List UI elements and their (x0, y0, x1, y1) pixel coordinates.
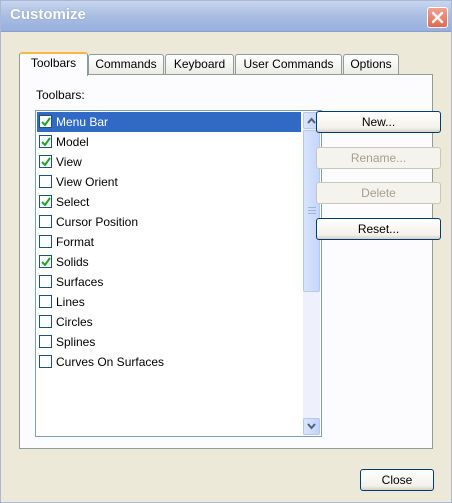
list-item-label: Format (56, 235, 95, 249)
window-title: Customize (10, 6, 86, 23)
thumb-grip (308, 213, 316, 214)
list-item-label: View Orient (56, 175, 118, 189)
list-item[interactable]: Solids (37, 252, 301, 272)
checkmark-icon (41, 157, 51, 167)
tab-user-commands[interactable]: User Commands (235, 54, 342, 74)
tab-commands[interactable]: Commands (88, 54, 164, 74)
list-item-label: Curves On Surfaces (56, 355, 165, 369)
list-item-label: Lines (56, 295, 85, 309)
list-item[interactable]: Format (37, 232, 301, 252)
delete-button[interactable]: Delete (316, 182, 441, 204)
list-item[interactable]: Menu Bar (37, 112, 301, 132)
checkbox[interactable] (39, 355, 52, 368)
list-item[interactable]: Curves On Surfaces (37, 352, 301, 372)
toolbars-label: Toolbars: (36, 88, 85, 102)
checkbox[interactable] (39, 235, 52, 248)
tab-options[interactable]: Options (343, 54, 399, 74)
tab-keyboard[interactable]: Keyboard (165, 54, 234, 74)
list-item-label: Solids (56, 255, 89, 269)
list-item[interactable]: Model (37, 132, 301, 152)
checkbox[interactable] (39, 195, 52, 208)
tab-toolbars[interactable]: Toolbars (19, 52, 88, 76)
chevron-down-icon (307, 423, 316, 430)
scroll-down-button[interactable] (303, 418, 320, 435)
list-item-label: Menu Bar (56, 115, 109, 129)
checkbox[interactable] (39, 155, 52, 168)
list-item[interactable]: Surfaces (37, 272, 301, 292)
chevron-up-icon (307, 117, 316, 124)
checkmark-icon (41, 117, 51, 127)
list-item[interactable]: Cursor Position (37, 212, 301, 232)
list-item-label: Model (56, 135, 89, 149)
title-bar[interactable]: Customize (1, 1, 451, 32)
list-item[interactable]: View (37, 152, 301, 172)
checkbox[interactable] (39, 215, 52, 228)
list-item-label: Surfaces (56, 275, 104, 289)
toolbars-list[interactable]: Menu Bar Model View View Orient Select C… (35, 110, 322, 437)
list-item[interactable]: View Orient (37, 172, 301, 192)
new-button[interactable]: New... (316, 111, 441, 133)
checkbox[interactable] (39, 115, 52, 128)
reset-button[interactable]: Reset... (316, 218, 441, 240)
list-item-label: Cursor Position (56, 215, 139, 229)
list-item-label: Select (56, 195, 90, 209)
list-item-label: Circles (56, 315, 93, 329)
close-button[interactable]: Close (360, 469, 434, 491)
checkbox[interactable] (39, 315, 52, 328)
thumb-grip (308, 210, 316, 211)
window-close-button[interactable] (427, 7, 448, 28)
toolbars-panel: Toolbars: Menu Bar Model View View Orien… (19, 74, 441, 449)
rename-button[interactable]: Rename... (316, 147, 441, 169)
checkbox[interactable] (39, 335, 52, 348)
customize-dialog: Customize Toolbars Commands Keyboard Use… (0, 0, 452, 503)
list-item[interactable]: Splines (37, 332, 301, 352)
list-item-label: Splines (56, 335, 96, 349)
checkbox[interactable] (39, 255, 52, 268)
list-item[interactable]: Lines (37, 292, 301, 312)
list-item[interactable]: Circles (37, 312, 301, 332)
checkbox[interactable] (39, 275, 52, 288)
checkbox[interactable] (39, 175, 52, 188)
checkmark-icon (41, 257, 51, 267)
list-item[interactable]: Select (37, 192, 301, 212)
checkbox[interactable] (39, 295, 52, 308)
close-icon (431, 11, 444, 24)
list-item-label: View (56, 155, 82, 169)
checkmark-icon (41, 137, 51, 147)
checkmark-icon (41, 197, 51, 207)
thumb-grip (308, 207, 316, 208)
checkbox[interactable] (39, 135, 52, 148)
